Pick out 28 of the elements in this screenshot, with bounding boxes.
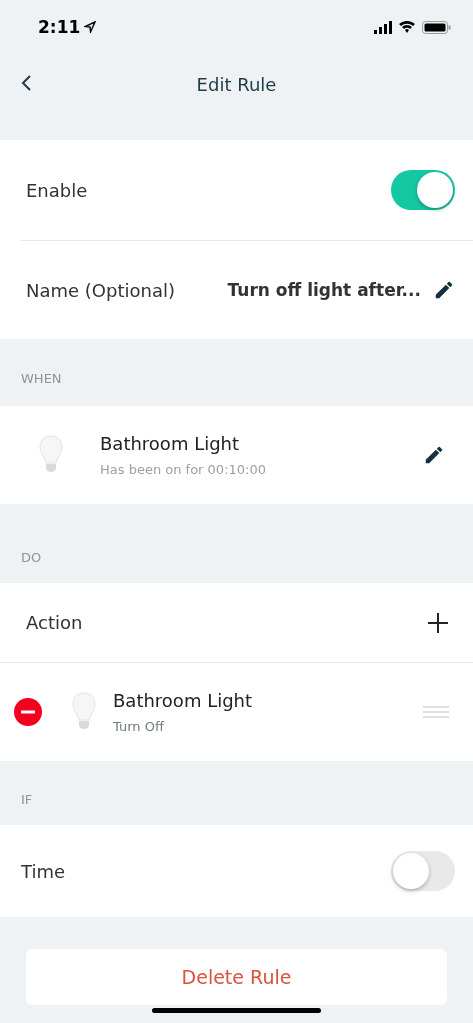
setting-label: Name (Optional) (26, 279, 176, 301)
status-time: 2:11 (38, 17, 81, 37)
setting-label: Enable (26, 179, 89, 201)
trigger-condition: Has been on for 00:10:00 (100, 462, 267, 477)
action-command: Turn Off (113, 719, 166, 734)
location-arrow-icon (84, 21, 97, 33)
delete-rule-button[interactable]: Delete Rule (26, 949, 447, 1005)
edit-icon[interactable] (423, 444, 445, 466)
section-header: WHEN (21, 371, 62, 386)
device-name: Bathroom Light (113, 690, 254, 711)
section-header: IF (21, 792, 33, 807)
rule-name-value: Turn off light after... (227, 280, 421, 300)
device-name: Bathroom Light (100, 433, 241, 454)
add-icon[interactable] (427, 611, 449, 634)
setting-label: Time (21, 860, 67, 882)
page-title: Edit Rule (196, 73, 277, 95)
wifi-icon (398, 21, 416, 33)
light-bulb-icon (38, 435, 64, 475)
action-heading: Action (26, 612, 84, 633)
toggle-switch[interactable] (391, 170, 455, 210)
edit-icon[interactable] (433, 279, 455, 301)
drag-handle-icon[interactable] (423, 706, 449, 718)
battery-icon (422, 20, 451, 34)
toggle-switch[interactable] (391, 851, 455, 891)
section-header: DO (21, 550, 42, 565)
light-bulb-icon (71, 692, 97, 732)
signal-icon (374, 20, 392, 34)
remove-icon[interactable] (14, 698, 42, 726)
